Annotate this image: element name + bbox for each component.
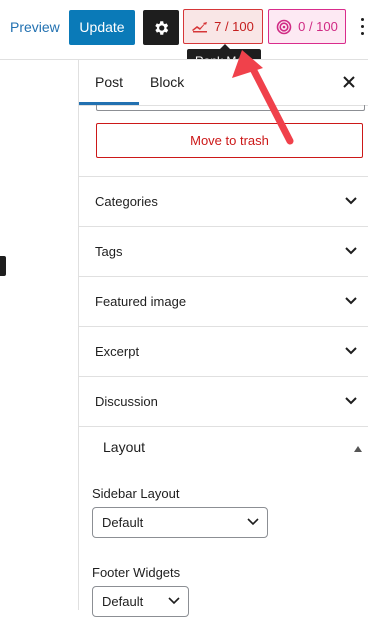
annotation-arrow: [232, 50, 294, 145]
